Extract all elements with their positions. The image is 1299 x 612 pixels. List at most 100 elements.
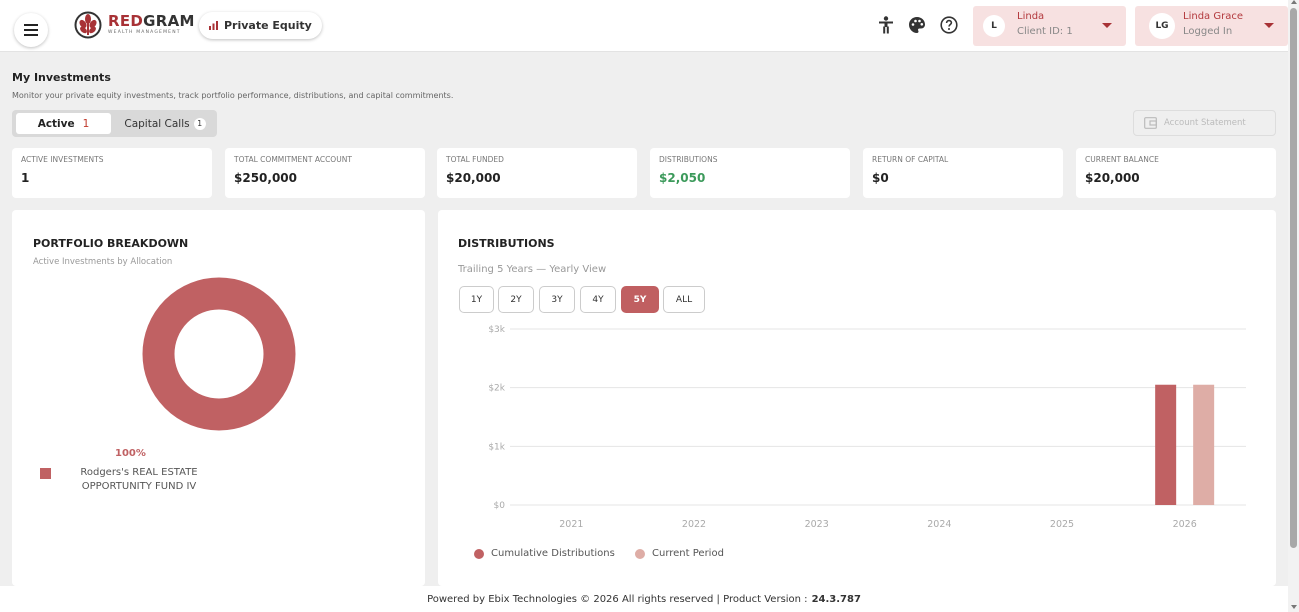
x-tick-label: 2025 — [1050, 519, 1074, 530]
tab-count: 1 — [82, 117, 90, 130]
legend-item-label[interactable]: Rodgers's REAL ESTATE OPPORTUNITY FUND I… — [74, 466, 204, 494]
brand-name: REDGRAM — [108, 14, 195, 29]
range-3y-button[interactable]: 3Y — [539, 286, 575, 313]
range-5y-button[interactable]: 5Y — [621, 286, 659, 313]
wallet-icon — [1144, 117, 1157, 129]
chart-legend-cumulative[interactable]: Cumulative Distributions — [474, 548, 615, 559]
help-button[interactable] — [938, 14, 960, 36]
bar-cumulative-2026[interactable] — [1155, 384, 1177, 505]
caret-down-icon — [1264, 23, 1274, 28]
stat-card-return-of-capital: Return of Capital $0 — [863, 148, 1063, 198]
product-version: 24.3.787 — [811, 593, 861, 605]
stat-label: Return of Capital — [872, 155, 949, 164]
brand-name-red-part: RED — [108, 12, 144, 31]
stat-label: Current Balance — [1085, 155, 1159, 164]
stat-card-total-funded: Total Funded $20,000 — [437, 148, 637, 198]
stat-label: Active Investments — [21, 155, 104, 164]
portfolio-donut-chart — [142, 277, 296, 431]
scrollbar-thumb[interactable] — [1290, 8, 1297, 548]
legend-dot — [474, 548, 484, 559]
investment-tabs: Active 1 Capital Calls 1 — [12, 110, 217, 137]
page-title: My Investments — [12, 71, 111, 84]
page-footer: Powered by Ebix Technologies © 2026 All … — [0, 586, 1288, 612]
chart-legend-current-period[interactable]: Current Period — [635, 548, 724, 559]
stat-card-active-investments: Active Investments 1 — [12, 148, 212, 198]
tab-label: Active — [37, 117, 75, 130]
accessibility-button[interactable] — [875, 14, 897, 36]
x-tick-label: 2026 — [1173, 519, 1197, 530]
y-tick-label: $3k — [488, 325, 505, 335]
palette-icon — [909, 17, 925, 33]
x-tick-label: 2023 — [805, 519, 829, 530]
theme-button[interactable] — [906, 14, 928, 36]
legend-label: Current Period — [652, 548, 724, 559]
help-icon — [940, 16, 958, 34]
allocation-percent: 100% — [115, 448, 146, 459]
brand-tagline: WEALTH MANAGEMENT — [108, 30, 181, 36]
account-statement-button[interactable]: Account Statement — [1133, 110, 1276, 136]
page-scrollbar[interactable] — [1288, 0, 1299, 612]
scroll-up-arrow-icon[interactable] — [1291, 0, 1297, 4]
y-tick-label: $1k — [488, 442, 505, 452]
range-2y-button[interactable]: 2Y — [498, 286, 534, 313]
user-status: Logged In — [1183, 26, 1233, 37]
client-selector[interactable]: L Linda Client ID: 1 — [973, 6, 1126, 46]
tab-active[interactable]: Active 1 — [16, 113, 111, 134]
stat-card-distributions: Distributions $2,050 — [650, 148, 850, 198]
menu-button[interactable] — [14, 13, 48, 47]
bar-chart-icon — [209, 21, 218, 30]
bar-current-period-2026[interactable] — [1193, 384, 1215, 505]
stat-label: Total Commitment Account — [234, 155, 352, 164]
user-name: Linda Grace — [1183, 11, 1243, 22]
y-tick-label: $0 — [494, 501, 506, 511]
menu-icon — [24, 24, 38, 36]
brand-name-rest: GRAM — [143, 12, 195, 31]
x-tick-label: 2021 — [559, 519, 583, 530]
range-4y-button[interactable]: 4Y — [580, 286, 616, 313]
footer-text: Powered by Ebix Technologies © 2026 All … — [427, 593, 808, 605]
stat-value: 1 — [21, 171, 30, 185]
caret-down-icon — [1102, 23, 1112, 28]
user-avatar: LG — [1149, 13, 1175, 39]
stat-value: $20,000 — [446, 171, 501, 185]
x-tick-label: 2024 — [927, 519, 951, 530]
donut-slice-rodgers-fund[interactable] — [142, 277, 296, 431]
portfolio-subtitle: Active Investments by Allocation — [33, 257, 173, 267]
stat-value: $0 — [872, 171, 889, 185]
client-avatar: L — [983, 15, 1005, 37]
portfolio-title: PORTFOLIO BREAKDOWN — [33, 237, 189, 250]
x-tick-label: 2022 — [682, 519, 706, 530]
stat-card-total-commitment: Total Commitment Account $250,000 — [225, 148, 425, 198]
tab-count-badge: 1 — [193, 117, 206, 130]
tab-label: Capital Calls — [124, 117, 190, 130]
stat-label: Distributions — [659, 155, 718, 164]
redgram-logo[interactable]: REDGRAM WEALTH MANAGEMENT — [74, 9, 195, 41]
stat-value: $250,000 — [234, 171, 298, 185]
stat-card-current-balance: Current Balance $20,000 — [1076, 148, 1276, 198]
distributions-bar-chart: $0 $1k $2k $3k 2021 2022 2023 2024 2025 2026 — [488, 325, 1246, 530]
distributions-subtitle: Trailing 5 Years — Yearly View — [458, 264, 607, 275]
distributions-title: DISTRIBUTIONS — [458, 237, 555, 250]
legend-dot — [635, 548, 645, 559]
client-id: Client ID: 1 — [1017, 26, 1073, 37]
stat-label: Total Funded — [446, 155, 504, 164]
section-label: Private Equity — [224, 19, 312, 32]
accessibility-icon — [879, 16, 893, 34]
scroll-down-arrow-icon[interactable] — [1291, 605, 1297, 609]
top-bar: REDGRAM WEALTH MANAGEMENT Private Equity — [0, 0, 1288, 52]
account-statement-label: Account Statement — [1164, 118, 1246, 128]
legend-label: Cumulative Distributions — [491, 548, 615, 559]
logo-emblem-icon — [74, 11, 102, 39]
range-all-button[interactable]: ALL — [663, 286, 705, 313]
private-equity-selector[interactable]: Private Equity — [199, 12, 322, 39]
stat-value: $20,000 — [1085, 171, 1140, 185]
page-subtitle: Monitor your private equity investments,… — [12, 91, 454, 100]
legend-swatch — [40, 468, 51, 479]
user-menu[interactable]: LG Linda Grace Logged In — [1135, 6, 1288, 46]
range-1y-button[interactable]: 1Y — [459, 286, 494, 313]
tab-capital-calls[interactable]: Capital Calls 1 — [116, 113, 214, 134]
stat-value: $2,050 — [659, 171, 706, 185]
y-tick-label: $2k — [488, 384, 505, 394]
client-name: Linda — [1017, 11, 1045, 22]
portfolio-breakdown-panel: PORTFOLIO BREAKDOWN Active Investments b… — [12, 210, 425, 586]
